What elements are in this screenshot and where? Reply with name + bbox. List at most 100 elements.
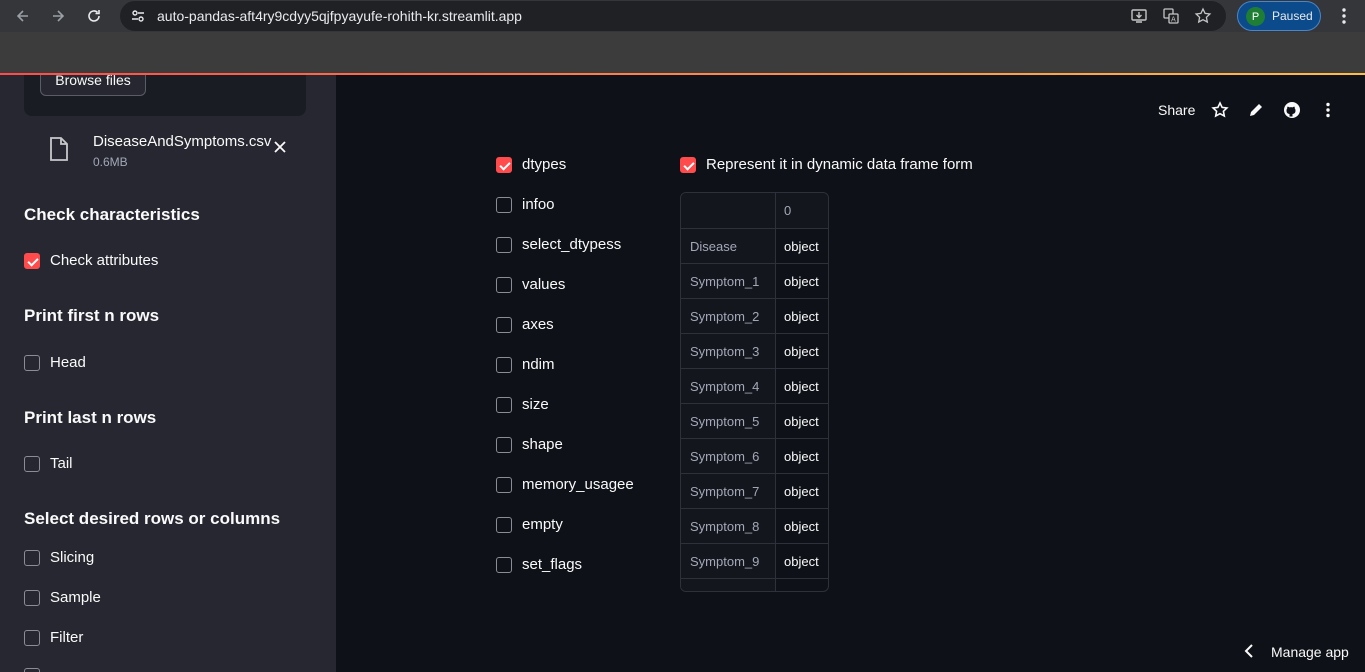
cell-value[interactable]: object <box>776 334 828 368</box>
section-heading: Check characteristics <box>24 205 200 224</box>
cell-value[interactable]: object <box>776 299 828 333</box>
browser-toolbar: auto-pandas-aft4ry9cdyy5qjfpyayufe-rohit… <box>0 0 1365 32</box>
bookmark-star-icon[interactable] <box>1194 7 1212 25</box>
checkbox-box[interactable] <box>496 556 512 573</box>
checkbox-box[interactable] <box>496 436 512 453</box>
checkbox-label: size <box>522 396 549 413</box>
table-row[interactable]: Symptom_7 object <box>681 473 828 508</box>
table-row[interactable]: Symptom_2 object <box>681 298 828 333</box>
checkbox-label: memory_usagee <box>522 476 634 493</box>
checkbox-slicing[interactable]: Slicing <box>24 549 94 566</box>
checkbox-axes[interactable]: axes <box>496 316 554 333</box>
checkbox-select-dtypess[interactable]: select_dtypess <box>496 236 621 253</box>
checkbox-box[interactable] <box>496 516 512 533</box>
table-row[interactable]: Symptom_6 object <box>681 438 828 473</box>
cell-value[interactable]: object <box>776 404 828 438</box>
checkbox-box[interactable] <box>24 589 40 606</box>
checkbox-box[interactable] <box>24 252 40 269</box>
address-bar[interactable]: auto-pandas-aft4ry9cdyy5qjfpyayufe-rohit… <box>120 1 1226 31</box>
checkbox-sample[interactable]: Sample <box>24 589 101 606</box>
checkbox-box[interactable] <box>680 156 696 173</box>
checkbox-shape[interactable]: shape <box>496 436 563 453</box>
checkbox-box[interactable] <box>24 549 40 566</box>
checkbox-box[interactable] <box>496 356 512 373</box>
checkbox-box[interactable] <box>496 396 512 413</box>
more-menu-icon[interactable] <box>1319 101 1337 119</box>
checkbox-dynamic-frame[interactable]: Represent it in dynamic data frame form <box>680 156 973 173</box>
section-heading: Select desired rows or columns <box>24 509 281 528</box>
table-row[interactable]: Symptom_3 object <box>681 333 828 368</box>
chevron-left-icon[interactable] <box>1242 643 1256 659</box>
dataframe[interactable]: 0 Disease object Symptom_1 object Sympto… <box>680 192 829 592</box>
close-icon[interactable] <box>272 139 288 155</box>
checkbox-label: values <box>522 276 566 293</box>
forward-icon[interactable] <box>47 5 69 27</box>
checkbox-box[interactable] <box>496 236 512 253</box>
checkbox-box[interactable] <box>24 455 40 472</box>
checkbox-box[interactable] <box>496 196 512 213</box>
checkbox-box[interactable] <box>496 476 512 493</box>
checkbox-label: ndim <box>522 356 555 373</box>
checkbox-box[interactable] <box>496 276 512 293</box>
checkbox-box[interactable] <box>24 629 40 646</box>
cell-value[interactable]: object <box>776 369 828 403</box>
browse-files-button[interactable]: Browse files <box>40 75 146 96</box>
github-icon[interactable] <box>1283 101 1301 119</box>
checkbox-values[interactable]: values <box>496 276 565 293</box>
cell-value[interactable]: object <box>776 439 828 473</box>
checkbox-box[interactable] <box>496 316 512 333</box>
cell-value[interactable]: object <box>776 229 828 263</box>
checkbox-ndim[interactable]: ndim <box>496 356 555 373</box>
checkbox-label: infoo <box>522 196 555 213</box>
checkbox-empty[interactable]: empty <box>496 516 563 533</box>
site-settings-icon[interactable] <box>130 8 146 24</box>
cell-value[interactable]: object <box>776 544 828 578</box>
profile-button[interactable]: P Paused <box>1237 1 1321 31</box>
install-app-icon[interactable] <box>1130 7 1148 25</box>
checkbox-box[interactable] <box>496 156 512 173</box>
checkbox-label: Slicing <box>50 549 95 566</box>
row-index: Symptom_1 <box>681 264 776 298</box>
reload-icon[interactable] <box>83 5 105 27</box>
manage-app-button[interactable]: Manage app <box>1271 644 1349 660</box>
table-row[interactable]: Symptom_9 object <box>681 543 828 578</box>
back-icon[interactable] <box>12 5 34 27</box>
checkbox-label: dtypes <box>522 156 567 173</box>
checkbox-head[interactable]: Head <box>24 354 86 371</box>
checkbox-dtypes[interactable]: dtypes <box>496 156 566 173</box>
checkbox-label: Sample <box>50 589 101 606</box>
checkbox-check-attributes[interactable]: Check attributes <box>24 252 158 269</box>
edit-pencil-icon[interactable] <box>1247 101 1265 119</box>
index-header-cell <box>681 193 776 228</box>
row-index: Symptom_7 <box>681 474 776 508</box>
uploaded-file: DiseaseAndSymptoms.csv 0.6MB <box>24 127 306 171</box>
avatar: P <box>1246 7 1265 26</box>
checkbox-set-flags[interactable]: set_flags <box>496 556 582 573</box>
translate-icon[interactable]: A <box>1162 7 1180 25</box>
checkbox-memory-usagee[interactable]: memory_usagee <box>496 476 634 493</box>
row-index: Disease <box>681 229 776 263</box>
cell-value[interactable]: object <box>776 474 828 508</box>
table-row[interactable]: Symptom_1 object <box>681 263 828 298</box>
row-index: Symptom_4 <box>681 369 776 403</box>
checkbox-partial[interactable] <box>24 668 40 672</box>
checkbox-label: Filter <box>50 629 84 646</box>
cell-value[interactable]: object <box>776 509 828 543</box>
star-icon[interactable] <box>1211 101 1229 119</box>
table-row[interactable]: Symptom_8 object <box>681 508 828 543</box>
table-row[interactable]: Symptom_4 object <box>681 368 828 403</box>
checkbox-box[interactable] <box>24 354 40 371</box>
table-row[interactable]: Disease object <box>681 228 828 263</box>
checkbox-infoo[interactable]: infoo <box>496 196 555 213</box>
column-header-cell[interactable]: 0 <box>776 193 828 228</box>
share-button[interactable]: Share <box>1158 102 1195 118</box>
cell-value[interactable]: object <box>776 264 828 298</box>
checkbox-size[interactable]: size <box>496 396 549 413</box>
browser-menu-icon[interactable] <box>1336 6 1352 26</box>
row-index: Symptom_6 <box>681 439 776 473</box>
checkbox-tail[interactable]: Tail <box>24 455 73 472</box>
checkbox-filter[interactable]: Filter <box>24 629 83 646</box>
table-row[interactable]: Symptom_5 object <box>681 403 828 438</box>
url-text[interactable]: auto-pandas-aft4ry9cdyy5qjfpyayufe-rohit… <box>157 8 522 24</box>
checkbox-box[interactable] <box>24 668 40 672</box>
